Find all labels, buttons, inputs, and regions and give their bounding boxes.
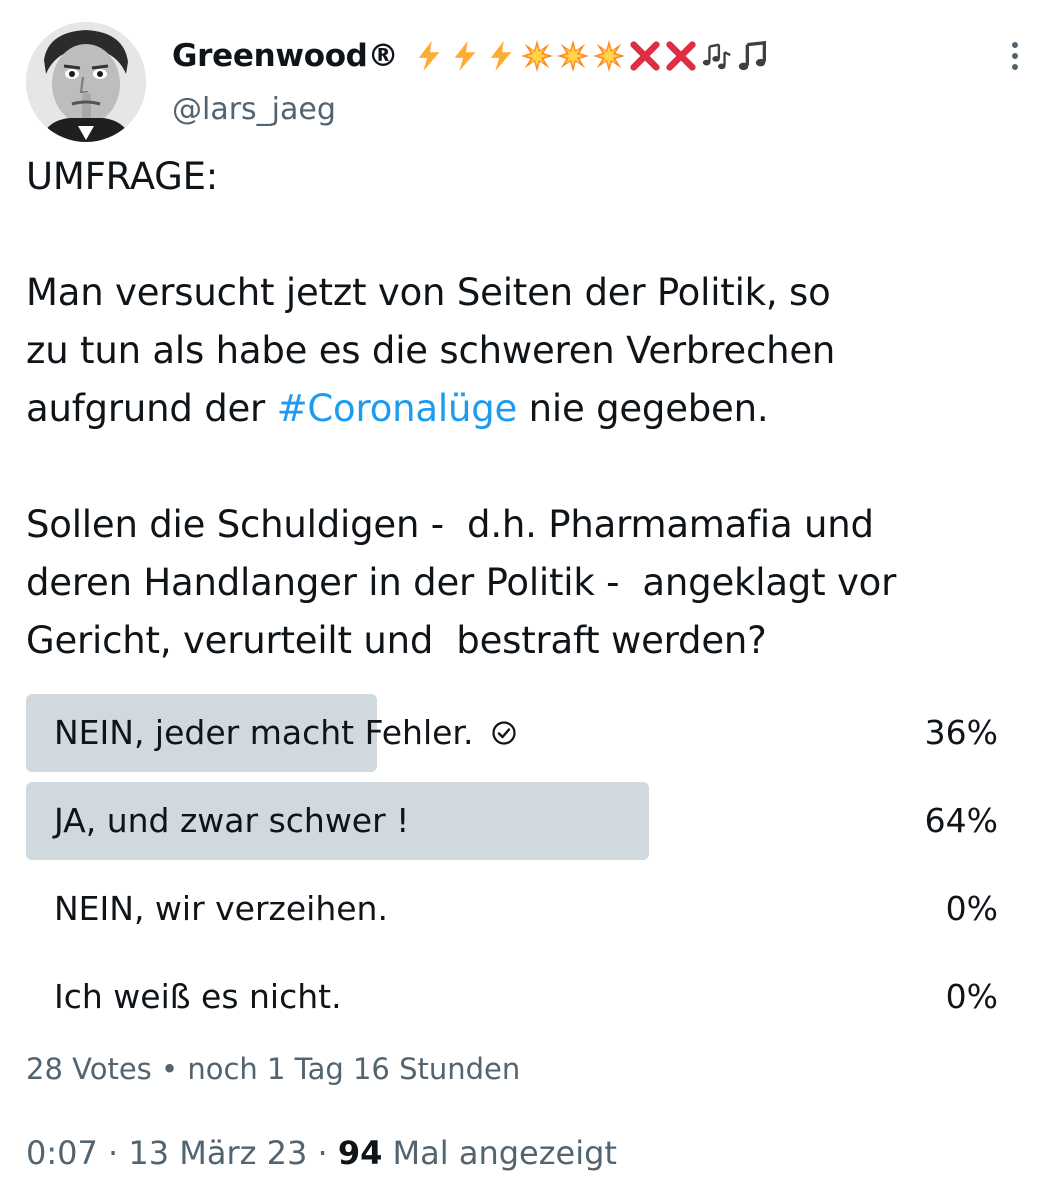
cross-mark-icon bbox=[628, 39, 662, 73]
poll-time-remaining: noch 1 Tag 16 Stunden bbox=[187, 1052, 521, 1086]
poll-option-percent: 36% bbox=[924, 713, 998, 752]
tweet-date[interactable]: 13 März 23 bbox=[128, 1134, 307, 1172]
musical-notes-icon bbox=[700, 39, 734, 73]
poll-option-label: JA, und zwar schwer ! bbox=[54, 782, 409, 860]
tweet-time[interactable]: 0:07 bbox=[26, 1134, 98, 1172]
high-voltage-icon bbox=[448, 39, 482, 73]
poll-option-text: NEIN, jeder macht Fehler. bbox=[54, 713, 474, 752]
poll-option-label: NEIN, wir verzeihen. bbox=[54, 870, 388, 948]
poll-option: JA, und zwar schwer ! 64% bbox=[26, 782, 1000, 860]
cross-mark-icon bbox=[664, 39, 698, 73]
poll-option: Ich weiß es nicht. 0% bbox=[26, 958, 1000, 1036]
poll-option-percent: 0% bbox=[945, 977, 998, 1016]
tweet: Greenwood® @lars_jaeg UMFRAGE: Man versu… bbox=[0, 0, 1048, 1200]
poll-option: NEIN, jeder macht Fehler. 36% bbox=[26, 694, 1000, 772]
view-count-label: Mal angezeigt bbox=[382, 1134, 617, 1172]
author-display-name[interactable]: Greenwood® bbox=[172, 38, 399, 74]
avatar-image bbox=[26, 22, 146, 142]
meta-separator: · bbox=[97, 1134, 129, 1172]
poll-option-label: NEIN, jeder macht Fehler. bbox=[54, 694, 517, 772]
poll-option-percent: 0% bbox=[945, 889, 998, 928]
poll-option-text: Ich weiß es nicht. bbox=[54, 977, 342, 1016]
more-options-icon[interactable] bbox=[1002, 38, 1028, 74]
tweet-text: UMFRAGE: Man versucht jetzt von Seiten d… bbox=[26, 148, 1016, 670]
poll: NEIN, jeder macht Fehler. 36% JA, und zw… bbox=[26, 694, 1000, 1046]
tweet-paragraph-3: Sollen die Schuldigen - d.h. Pharmamafia… bbox=[26, 503, 897, 662]
poll-option-percent: 64% bbox=[924, 801, 998, 840]
high-voltage-icon bbox=[412, 39, 446, 73]
poll-option: NEIN, wir verzeihen. 0% bbox=[26, 870, 1000, 948]
poll-meta: 28 Votes • noch 1 Tag 16 Stunden bbox=[26, 1052, 520, 1086]
collision-icon bbox=[520, 39, 554, 73]
high-voltage-icon bbox=[484, 39, 518, 73]
tweet-heading: UMFRAGE: bbox=[26, 155, 219, 198]
tweet-paragraph-2-end: nie gegeben. bbox=[517, 387, 769, 430]
poll-meta-separator: • bbox=[151, 1052, 188, 1086]
poll-vote-count: 28 Votes bbox=[26, 1052, 152, 1086]
author-name-row[interactable]: Greenwood® bbox=[172, 34, 770, 78]
view-count: 94 bbox=[337, 1134, 383, 1172]
musical-note-icon bbox=[736, 39, 770, 73]
check-circle-icon bbox=[491, 720, 517, 746]
poll-option-text: JA, und zwar schwer ! bbox=[54, 801, 410, 840]
hashtag-link[interactable]: #Coronalüge bbox=[277, 387, 518, 430]
meta-separator: · bbox=[307, 1134, 338, 1172]
collision-icon bbox=[556, 39, 590, 73]
collision-icon bbox=[592, 39, 626, 73]
poll-option-text: NEIN, wir verzeihen. bbox=[54, 889, 388, 928]
name-emojis bbox=[412, 39, 770, 73]
avatar[interactable] bbox=[26, 22, 146, 142]
poll-option-label: Ich weiß es nicht. bbox=[54, 958, 342, 1036]
tweet-timestamp-row: 0:07 · 13 März 23 · 94 Mal angezeigt bbox=[26, 1134, 617, 1172]
author-handle[interactable]: @lars_jaeg bbox=[172, 92, 336, 127]
